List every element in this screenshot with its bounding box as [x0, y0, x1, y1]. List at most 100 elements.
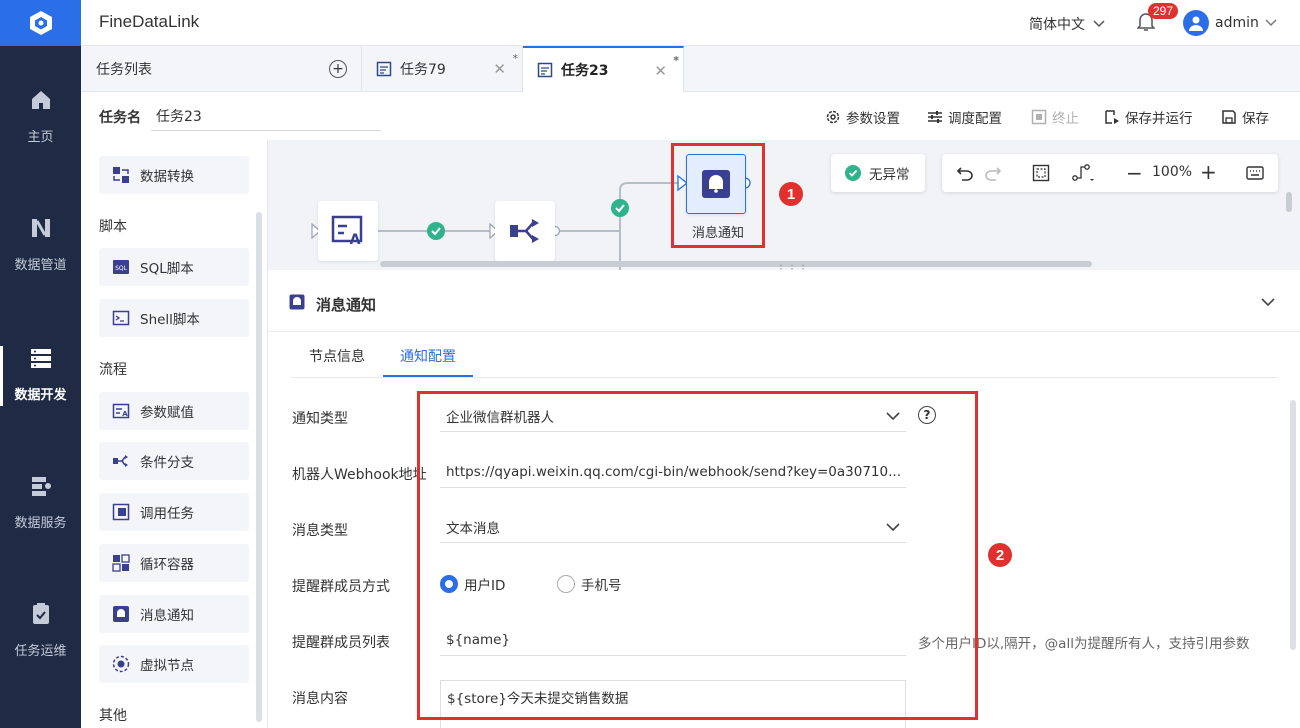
tab-task23[interactable]: 任务23 ✕ * — [523, 46, 684, 92]
tab-bar: 任务列表 + 任务79 ✕ * 任务23 ✕ * — [81, 46, 1300, 92]
save-label: 保存 — [1242, 111, 1269, 127]
palette-label: 虚拟节点 — [140, 658, 194, 674]
param-settings-button[interactable]: 参数设置 — [825, 107, 900, 127]
save-and-run-label: 保存并运行 — [1125, 111, 1193, 127]
palette-label: 调用任务 — [140, 506, 194, 522]
save-button[interactable]: 保存 — [1221, 107, 1269, 127]
nav-label-pipeline: 数据管道 — [14, 258, 67, 273]
stop-button[interactable]: 终止 — [1031, 107, 1079, 127]
save-and-run-button[interactable]: 保存并运行 — [1104, 107, 1193, 127]
nav-item-pipeline[interactable]: 数据管道 — [0, 216, 81, 336]
task-file-icon — [376, 61, 392, 77]
chevron-down-icon — [1265, 19, 1277, 27]
nav-item-service[interactable]: 数据服务 — [0, 474, 81, 594]
node-condition[interactable] — [495, 201, 555, 261]
content-label: 消息内容 — [292, 691, 348, 707]
dev-icon — [30, 349, 51, 368]
task-list-label: 任务列表 — [96, 62, 152, 78]
user-icon — [1189, 16, 1203, 31]
virtual-node-icon — [112, 655, 130, 673]
call-task-icon — [112, 503, 130, 521]
status-chip[interactable]: 无异常 — [831, 154, 925, 192]
language-label: 简体中文 — [1029, 17, 1085, 33]
callout-number-2: 2 — [988, 543, 1012, 567]
palette-item-shell[interactable]: Shell脚本 — [99, 299, 249, 337]
tab-task79[interactable]: 任务79 ✕ * — [362, 46, 523, 92]
node-param-assign[interactable]: A — [318, 201, 378, 261]
palette-item-notify[interactable]: 消息通知 — [99, 595, 249, 633]
palette-item-loop[interactable]: 循环容器 — [99, 544, 249, 582]
palette-item-param-assign[interactable]: A 参数赋值 — [99, 392, 249, 430]
canvas-hscrollbar[interactable] — [380, 261, 1092, 267]
nav-item-ops[interactable]: 任务运维 — [0, 602, 81, 722]
palette-label: 数据转换 — [140, 169, 194, 185]
highlight-box-node — [671, 143, 765, 248]
palette-section-flow: 流程 — [99, 362, 127, 378]
tab-notify-config[interactable]: 通知配置 — [400, 346, 456, 366]
notify-type-label: 通知类型 — [292, 411, 348, 427]
flow-canvas[interactable]: A 消息通知 无异常 − 100% + ⋮⋮⋮ — [268, 140, 1300, 270]
palette-scrollbar[interactable] — [256, 212, 262, 722]
panel-title: 消息通知 — [316, 296, 377, 314]
service-icon — [31, 477, 51, 496]
nav-item-dev[interactable]: 数据开发 — [0, 346, 81, 466]
language-selector[interactable]: 简体中文 — [1029, 14, 1105, 34]
canvas-vscrollbar[interactable] — [1286, 192, 1292, 212]
close-tab-button[interactable]: ✕ — [654, 62, 667, 80]
svg-text:SQL: SQL — [115, 265, 128, 272]
tab-node-info[interactable]: 节点信息 — [309, 346, 365, 366]
modified-marker: * — [673, 54, 679, 67]
panel-tabs: 节点信息 通知配置 — [291, 332, 1278, 378]
redo-icon[interactable] — [984, 164, 1002, 182]
zoom-in-button[interactable]: + — [1200, 160, 1217, 184]
palette-label: 循环容器 — [140, 557, 194, 573]
palette-label: Shell脚本 — [140, 312, 200, 328]
schedule-config-button[interactable]: 调度配置 — [927, 107, 1002, 127]
svg-text:A: A — [350, 232, 361, 248]
param-settings-label: 参数设置 — [846, 111, 900, 127]
chevron-down-icon[interactable] — [1261, 298, 1275, 307]
app-logo[interactable] — [0, 0, 81, 46]
user-menu[interactable]: admin — [1183, 10, 1277, 36]
main-nav: 主页 数据管道 数据开发 数据服务 任务运维 — [0, 0, 81, 728]
modified-marker: * — [512, 52, 519, 65]
nav-item-home[interactable]: 主页 — [0, 88, 81, 208]
sliders-icon — [928, 111, 942, 123]
task-name-input[interactable] — [151, 101, 381, 131]
message-icon — [289, 294, 305, 310]
layout-icon[interactable] — [1072, 163, 1096, 183]
undo-icon[interactable] — [956, 164, 974, 182]
close-tab-button[interactable]: ✕ — [493, 60, 506, 78]
msg-type-label: 消息类型 — [292, 523, 348, 539]
palette-item-condition[interactable]: 条件分支 — [99, 442, 249, 480]
palette-item-sql[interactable]: SQL SQL脚本 — [99, 248, 249, 286]
fit-view-icon[interactable] — [1032, 164, 1050, 182]
add-task-button[interactable]: + — [329, 60, 347, 78]
message-icon — [113, 606, 129, 622]
nav-label-ops: 任务运维 — [14, 644, 67, 659]
avatar — [1183, 10, 1209, 36]
keyboard-icon[interactable] — [1246, 166, 1264, 180]
notification-badge: 297 — [1148, 3, 1179, 19]
zoom-out-button[interactable]: − — [1126, 161, 1143, 185]
tab-label: 任务23 — [561, 63, 609, 79]
palette-item-call-task[interactable]: 调用任务 — [99, 493, 249, 531]
stop-label: 终止 — [1052, 111, 1079, 127]
panel-scrollbar[interactable] — [1290, 400, 1296, 650]
panel-header: 消息通知 — [268, 270, 1300, 332]
webhook-label: 机器人Webhook地址 — [292, 467, 427, 483]
palette-label: 消息通知 — [140, 608, 194, 624]
palette-item-virtual[interactable]: 虚拟节点 — [99, 645, 249, 683]
branch-icon — [510, 219, 539, 243]
remind-list-label: 提醒群成员列表 — [292, 635, 390, 651]
palette-item-data-transform[interactable]: 数据转换 — [99, 156, 249, 194]
highlight-box-config — [417, 391, 978, 720]
top-bar: FineDataLink 简体中文 297 admin — [81, 0, 1300, 46]
app-title: FineDataLink — [99, 12, 200, 31]
stop-icon — [1031, 109, 1047, 125]
shell-icon — [112, 310, 130, 326]
transform-icon — [113, 167, 129, 183]
logo-icon — [29, 11, 52, 35]
task-list-header: 任务列表 + — [81, 46, 362, 92]
check-circle-icon — [845, 165, 861, 181]
